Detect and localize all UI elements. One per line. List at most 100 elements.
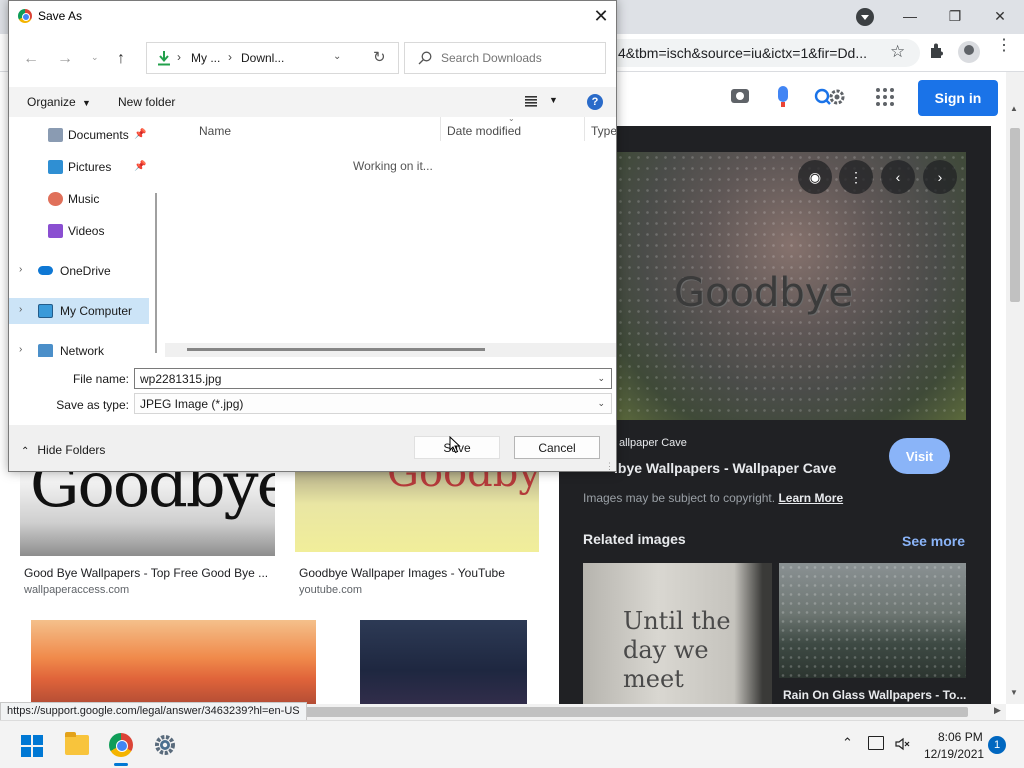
nav-item-documents[interactable]: Documents 📌 <box>9 122 149 148</box>
nav-item-pictures[interactable]: Pictures 📌 <box>9 154 149 180</box>
dialog-close-icon[interactable]: ✕ <box>589 4 613 28</box>
column-date-modified[interactable]: Date modified <box>447 124 521 138</box>
scroll-right-icon[interactable]: ▶ <box>994 705 1001 716</box>
resize-grip-icon[interactable]: ⋮⋮ <box>605 461 616 471</box>
cancel-button[interactable]: Cancel <box>514 436 600 459</box>
save-as-type-dropdown-icon[interactable]: ⌄ <box>597 398 605 409</box>
voice-search-icon[interactable] <box>778 86 788 107</box>
address-url: 4&tbm=isch&source=iu&ictx=1&fir=Dd... <box>618 45 868 61</box>
restore-icon[interactable]: ❐ <box>933 4 977 28</box>
forward-arrow-icon[interactable]: → <box>57 50 73 68</box>
preview-image[interactable]: Goodbye <box>616 152 966 420</box>
back-arrow-icon[interactable]: ← <box>23 50 39 68</box>
minimize-icon[interactable]: — <box>888 4 932 28</box>
column-name[interactable]: Name <box>199 124 231 138</box>
scroll-down-icon[interactable]: ▼ <box>1010 688 1018 697</box>
result-source-1[interactable]: wallpaperaccess.com <box>24 584 129 596</box>
learn-more-link[interactable]: Learn More <box>778 491 843 505</box>
previous-image-icon[interactable]: ‹ <box>881 160 915 194</box>
dialog-titlebar[interactable]: Save As ✕ <box>9 1 616 31</box>
column-type[interactable]: Type <box>591 124 616 138</box>
nav-item-videos[interactable]: Videos <box>9 218 149 244</box>
status-bar-url: https://support.google.com/legal/answer/… <box>0 702 307 720</box>
clock-date[interactable]: 12/19/2021 <box>924 747 984 761</box>
column-divider[interactable] <box>584 117 585 141</box>
breadcrumb-downloads[interactable]: Downl... <box>241 51 284 65</box>
nav-item-my-computer[interactable]: › My Computer <box>9 298 149 324</box>
file-name-dropdown-icon[interactable]: ⌄ <box>597 373 605 384</box>
column-divider[interactable] <box>440 117 441 141</box>
related-image-1[interactable]: Until the day we meet <box>583 563 772 704</box>
bookmark-star-icon[interactable]: ☆ <box>890 42 905 62</box>
save-as-type-value: JPEG Image (*.jpg) <box>140 397 244 411</box>
organize-menu[interactable]: Organize ▼ <box>27 95 91 109</box>
expand-chevron-icon[interactable]: › <box>19 344 22 355</box>
next-image-icon[interactable]: › <box>923 160 957 194</box>
result-title-1[interactable]: Good Bye Wallpapers - Top Free Good Bye … <box>24 566 268 580</box>
expand-chevron-icon[interactable]: › <box>19 304 22 315</box>
network-status-icon[interactable] <box>868 736 884 750</box>
nav-pane-scrollbar[interactable] <box>155 193 157 353</box>
scroll-up-icon[interactable]: ▲ <box>1010 104 1018 113</box>
extensions-icon[interactable] <box>928 42 946 60</box>
sign-in-button[interactable]: Sign in <box>918 80 998 116</box>
expand-chevron-icon[interactable]: › <box>19 264 22 275</box>
loading-message: Working on it... <box>353 159 433 173</box>
preview-title[interactable]: lbye Wallpapers - Wallpaper Cave <box>614 460 836 476</box>
settings-gear-icon[interactable] <box>153 733 177 757</box>
tray-overflow-chevron-icon[interactable]: ⌃ <box>842 735 853 751</box>
see-more-link[interactable]: See more <box>902 533 965 549</box>
result-image-2[interactable]: Goodbye! <box>295 472 539 552</box>
volume-muted-icon[interactable] <box>894 736 910 752</box>
notification-badge[interactable]: 1 <box>988 736 1006 754</box>
search-input[interactable] <box>441 51 601 65</box>
view-dropdown-icon[interactable]: ▼ <box>549 95 558 105</box>
result-image-1[interactable]: Goodbye <box>20 472 275 556</box>
new-folder-button[interactable]: New folder <box>118 95 175 109</box>
camera-search-icon[interactable] <box>731 89 749 103</box>
result-image-2-text: Goodbye! <box>387 472 539 496</box>
dialog-address-box[interactable]: › My ... › Downl... ⌄ ↻ <box>146 42 399 74</box>
help-icon[interactable]: ? <box>587 94 603 110</box>
browser-menu-icon[interactable]: ⋮ <box>996 38 1012 54</box>
nav-item-music[interactable]: Music <box>9 186 149 212</box>
tab-search-icon[interactable] <box>856 8 874 26</box>
view-options-icon[interactable] <box>525 96 537 107</box>
windows-start-icon[interactable] <box>21 735 43 757</box>
save-as-type-select[interactable]: JPEG Image (*.jpg) ⌄ <box>134 393 612 414</box>
result-image-4[interactable] <box>360 620 527 704</box>
chrome-taskbar-icon[interactable] <box>109 733 133 757</box>
recent-locations-icon[interactable]: ⌄ <box>91 52 99 63</box>
address-dropdown-icon[interactable]: ⌄ <box>333 51 341 62</box>
dialog-search-box[interactable] <box>404 42 606 74</box>
page-scroll-thumb[interactable] <box>1010 128 1020 302</box>
breadcrumb-separator-icon: › <box>228 50 232 64</box>
refresh-icon[interactable]: ↻ <box>373 48 386 66</box>
computer-icon <box>38 304 53 318</box>
profile-icon[interactable] <box>958 41 980 63</box>
search-settings-icon[interactable] <box>814 86 848 108</box>
preview-source[interactable]: allpaper Cave <box>619 437 687 449</box>
google-apps-icon[interactable] <box>876 88 894 106</box>
result-source-2[interactable]: youtube.com <box>299 584 362 596</box>
visit-button[interactable]: Visit <box>889 438 950 474</box>
file-list-scroll-thumb[interactable] <box>187 348 485 351</box>
file-name-input[interactable]: wp2281315.jpg ⌄ <box>134 368 612 389</box>
lens-search-icon[interactable]: ◉ <box>798 160 832 194</box>
more-options-icon[interactable]: ⋮ <box>839 160 873 194</box>
related-image-2[interactable] <box>779 563 966 678</box>
hide-folders-button[interactable]: ⌃ Hide Folders <box>21 443 105 457</box>
nav-item-network[interactable]: › Network <box>9 338 149 357</box>
breadcrumb-my-computer[interactable]: My ... <box>191 51 220 65</box>
related-image-2-title[interactable]: Rain On Glass Wallpapers - To... <box>783 688 966 702</box>
result-title-2[interactable]: Goodbye Wallpaper Images - YouTube <box>299 566 505 580</box>
result-image-3[interactable] <box>31 620 316 704</box>
nav-item-onedrive[interactable]: › OneDrive <box>9 258 149 284</box>
clock-time[interactable]: 8:06 PM <box>938 730 983 744</box>
file-explorer-icon[interactable] <box>65 732 89 755</box>
file-list-scrollbar[interactable] <box>165 343 616 357</box>
up-arrow-icon[interactable]: ↑ <box>117 50 125 68</box>
pin-icon[interactable]: 📌 <box>134 161 146 172</box>
close-window-icon[interactable]: ✕ <box>978 4 1022 28</box>
pin-icon[interactable]: 📌 <box>134 129 146 140</box>
